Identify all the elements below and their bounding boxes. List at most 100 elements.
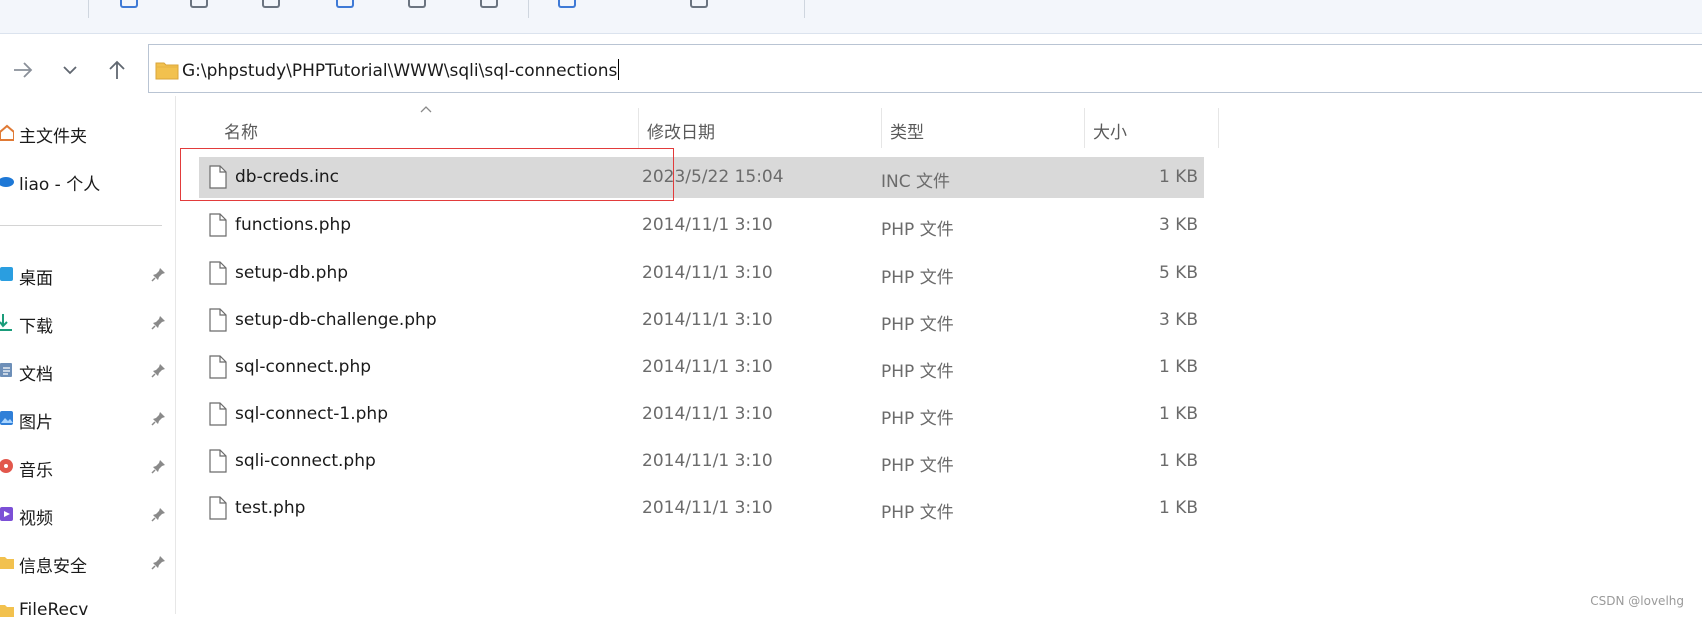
file-name: test.php <box>235 498 306 518</box>
address-bar[interactable]: G:\phpstudy\PHPTutorial\WWW\sqli\sql-con… <box>148 44 1702 93</box>
file-icon <box>209 355 227 379</box>
toolbar-separator <box>88 0 89 18</box>
sidebar-item-filerecv[interactable]: FileRecv <box>0 592 175 628</box>
file-size: 1 KB <box>1158 498 1198 518</box>
pin-icon[interactable] <box>151 410 167 426</box>
file-date: 2014/11/1 3:10 <box>642 357 773 377</box>
pin-icon[interactable] <box>151 458 167 474</box>
file-type: PHP 文件 <box>881 409 954 429</box>
chevron-down-icon <box>63 66 77 75</box>
pin-icon[interactable] <box>151 506 167 522</box>
file-icon <box>209 213 227 237</box>
cut-icon[interactable] <box>120 0 138 8</box>
file-size: 5 KB <box>1158 263 1198 283</box>
column-header-type[interactable]: 类型 <box>881 110 1084 146</box>
folder-icon <box>155 62 179 80</box>
file-size: 1 KB <box>1158 167 1198 187</box>
copy-icon[interactable] <box>190 0 208 8</box>
toolbar-separator <box>528 0 529 18</box>
arrow-right-icon <box>14 62 33 78</box>
file-icon <box>209 165 227 189</box>
file-type: PHP 文件 <box>881 503 954 523</box>
sort-icon[interactable] <box>558 0 576 8</box>
column-header-name[interactable]: 名称 <box>200 110 638 146</box>
download-icon <box>0 314 12 331</box>
recent-locations-button[interactable] <box>55 55 85 85</box>
file-row[interactable]: setup-db-challenge.php 2014/11/1 3:10 PH… <box>199 300 1204 341</box>
file-name: sql-connect-1.php <box>235 404 388 424</box>
file-date: 2014/11/1 3:10 <box>642 498 773 518</box>
address-path[interactable]: G:\phpstudy\PHPTutorial\WWW\sqli\sql-con… <box>182 59 620 81</box>
column-header-date[interactable]: 修改日期 <box>638 110 881 146</box>
file-icon <box>209 261 227 285</box>
file-size: 1 KB <box>1158 451 1198 471</box>
file-date: 2014/11/1 3:10 <box>642 263 773 283</box>
file-name: db-creds.inc <box>235 167 340 187</box>
share-icon[interactable] <box>408 0 426 8</box>
pin-icon[interactable] <box>151 362 167 378</box>
sidebar-item-documents[interactable]: 文档 <box>0 352 175 388</box>
videos-icon <box>0 507 13 521</box>
pictures-icon <box>0 411 13 425</box>
file-icon <box>209 402 227 426</box>
file-type: INC 文件 <box>881 172 951 192</box>
view-icon[interactable] <box>690 0 708 8</box>
documents-icon <box>0 363 12 377</box>
column-separator[interactable] <box>1218 108 1219 148</box>
sidebar-item-infosec[interactable]: 信息安全 <box>0 544 175 580</box>
toolbar-separator <box>804 0 805 18</box>
navigation-pane: 主文件夹 liao - 个人 桌面 下载 文档 图片 音乐 视频 信息安全 Fi… <box>0 96 176 620</box>
sidebar-item-desktop[interactable]: 桌面 <box>0 256 175 292</box>
command-toolbar <box>0 0 1702 34</box>
text-caret <box>618 59 620 80</box>
file-row[interactable]: db-creds.inc 2023/5/22 15:04 INC 文件 1 KB <box>199 157 1204 198</box>
up-button[interactable] <box>102 55 132 85</box>
file-date: 2023/5/22 15:04 <box>642 167 784 187</box>
pin-icon[interactable] <box>151 554 167 570</box>
music-icon <box>0 459 13 473</box>
file-row[interactable]: setup-db.php 2014/11/1 3:10 PHP 文件 5 KB <box>199 253 1204 294</box>
file-size: 1 KB <box>1158 404 1198 424</box>
sidebar-item-downloads[interactable]: 下载 <box>0 304 175 340</box>
rename-icon[interactable] <box>336 0 354 8</box>
file-date: 2014/11/1 3:10 <box>642 215 773 235</box>
sidebar-item-pictures[interactable]: 图片 <box>0 400 175 436</box>
file-type: PHP 文件 <box>881 362 954 382</box>
pin-icon[interactable] <box>151 266 167 282</box>
sidebar-item-home[interactable]: 主文件夹 <box>0 114 175 150</box>
sidebar-item-videos[interactable]: 视频 <box>0 496 175 532</box>
folder-icon <box>0 605 14 617</box>
file-name: setup-db.php <box>235 263 349 283</box>
desktop-icon <box>0 267 13 281</box>
sidebar-divider <box>0 225 162 226</box>
file-row[interactable]: sql-connect.php 2014/11/1 3:10 PHP 文件 1 … <box>199 347 1204 388</box>
pin-icon[interactable] <box>151 314 167 330</box>
file-date: 2014/11/1 3:10 <box>642 451 773 471</box>
delete-icon[interactable] <box>480 0 498 8</box>
file-row[interactable]: functions.php 2014/11/1 3:10 PHP 文件 3 KB <box>199 205 1204 246</box>
file-icon <box>209 496 227 520</box>
onedrive-cloud-icon <box>0 177 14 187</box>
paste-icon[interactable] <box>262 0 280 8</box>
file-row[interactable]: test.php 2014/11/1 3:10 PHP 文件 1 KB <box>199 488 1204 529</box>
file-icon <box>209 308 227 332</box>
file-row[interactable]: sqli-connect.php 2014/11/1 3:10 PHP 文件 1… <box>199 441 1204 482</box>
file-row[interactable]: sql-connect-1.php 2014/11/1 3:10 PHP 文件 … <box>199 394 1204 435</box>
file-type: PHP 文件 <box>881 220 954 240</box>
column-header-size[interactable]: 大小 <box>1084 110 1218 146</box>
file-size: 3 KB <box>1158 215 1198 235</box>
folder-icon <box>0 557 14 569</box>
sidebar-item-music[interactable]: 音乐 <box>0 448 175 484</box>
sidebar-item-onedrive[interactable]: liao - 个人 <box>0 162 175 198</box>
file-date: 2014/11/1 3:10 <box>642 310 773 330</box>
file-size: 1 KB <box>1158 357 1198 377</box>
forward-button[interactable] <box>8 55 38 85</box>
file-name: sql-connect.php <box>235 357 372 377</box>
file-type: PHP 文件 <box>881 456 954 476</box>
home-icon <box>0 124 14 141</box>
file-name: functions.php <box>235 215 352 235</box>
file-name: sqli-connect.php <box>235 451 376 471</box>
file-size: 3 KB <box>1158 310 1198 330</box>
arrow-up-icon <box>109 60 125 79</box>
file-date: 2014/11/1 3:10 <box>642 404 773 424</box>
